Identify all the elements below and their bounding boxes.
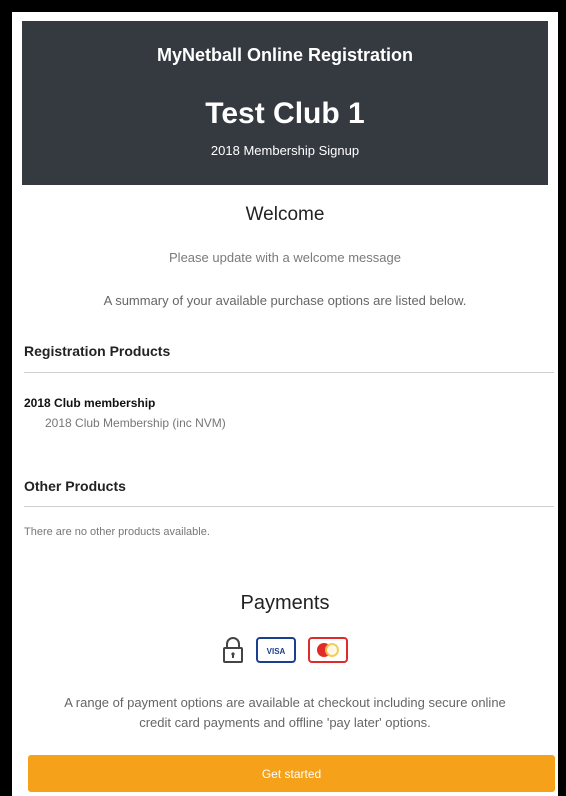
registration-page: MyNetball Online Registration Test Club … — [12, 12, 558, 796]
product-name[interactable]: 2018 Club membership — [24, 396, 155, 410]
summary-text: A summary of your available purchase opt… — [103, 293, 467, 308]
divider — [24, 372, 554, 373]
header-banner: MyNetball Online Registration Test Club … — [22, 21, 548, 185]
visa-card-icon: VISA — [256, 637, 296, 668]
mastercard-icon — [308, 637, 348, 668]
visa-label: VISA — [267, 647, 286, 656]
payments-title: Payments — [240, 592, 330, 614]
club-name: Test Club 1 — [205, 97, 365, 130]
payment-icons: VISA — [12, 636, 558, 669]
product-description: 2018 Club Membership (inc NVM) — [45, 416, 226, 430]
other-products-title: Other Products — [24, 478, 126, 494]
welcome-title: Welcome — [245, 204, 325, 225]
payment-options-description: A range of payment options are available… — [64, 695, 506, 730]
welcome-message: Please update with a welcome message — [169, 250, 401, 265]
get-started-button[interactable]: Get started — [28, 755, 555, 792]
app-title: MyNetball Online Registration — [156, 45, 414, 65]
lock-icon — [222, 636, 244, 669]
no-products-message: There are no other products available. — [24, 526, 210, 538]
membership-subtitle: 2018 Membership Signup — [210, 143, 360, 158]
registration-products-title: Registration Products — [24, 343, 171, 359]
divider — [24, 506, 554, 507]
screenshot-frame: MyNetball Online Registration Test Club … — [0, 0, 566, 796]
